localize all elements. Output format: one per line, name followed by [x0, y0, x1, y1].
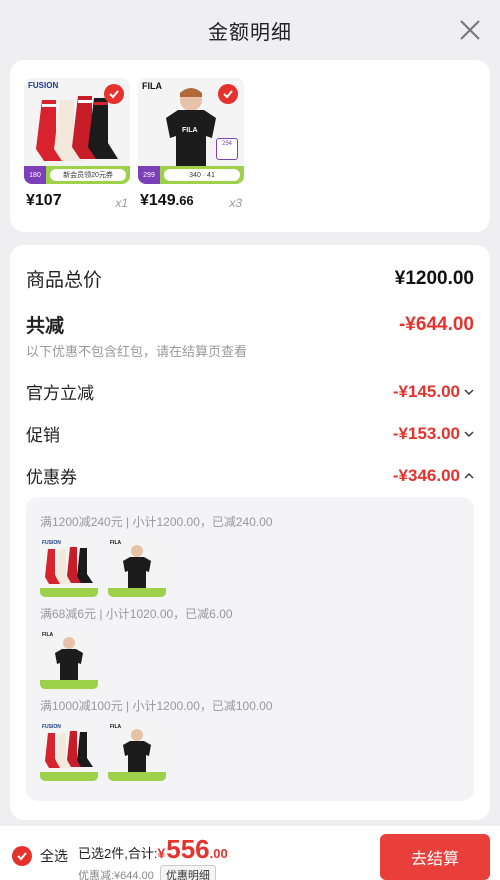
promotion-row[interactable]: 促销 -¥153.00	[26, 421, 474, 446]
total-value: ¥1200.00	[394, 267, 474, 289]
coupon-product-thumb: FUSION	[40, 723, 98, 781]
total-row: 商品总价 ¥1200.00	[26, 265, 474, 292]
total-label: 商品总价	[26, 270, 103, 291]
price-detail-card: 商品总价 ¥1200.00 共减 -¥644.00 以下优惠不包含红包，请在结算…	[10, 245, 490, 820]
sheet-title: 金额明细	[208, 21, 292, 44]
discount-summary: 优惠减:¥644.00	[78, 870, 154, 880]
promo-text: 新会员领20元券	[50, 169, 126, 181]
product-item[interactable]: FUSION 180 新会员领20元券 ¥107 x1	[24, 78, 130, 210]
currency-symbol: ¥	[157, 845, 166, 861]
product-image: FILA FILA 254 299 340 · 41	[138, 78, 244, 184]
promo-banner: 299 340 · 41	[138, 166, 244, 184]
coupon-product-thumb: FUSION	[40, 539, 98, 597]
price-tag-badge: 254	[216, 138, 238, 160]
discount-value: -¥644.00	[398, 313, 474, 335]
svg-text:FILA: FILA	[182, 127, 198, 134]
select-all-label: 全选	[40, 848, 68, 864]
selected-count-text: 已选2件,合计:	[78, 846, 158, 861]
brand-label: FUSION	[28, 81, 59, 90]
coupon-row[interactable]: 优惠券 -¥346.00	[26, 463, 474, 488]
select-all-toggle[interactable]: 全选	[12, 846, 68, 866]
select-all-check-icon[interactable]	[12, 846, 32, 866]
chevron-down-icon	[464, 431, 474, 438]
promo-banner: 180 新会员领20元券	[24, 166, 130, 184]
order-summary: 已选2件,合计: ¥ 556 .00 优惠减:¥644.00 优惠明细	[78, 834, 228, 880]
chevron-up-icon	[464, 473, 474, 479]
product-quantity: x1	[115, 196, 128, 210]
coupon-group-title: 满1000减100元 | 小计1200.00，已减100.00	[40, 699, 273, 713]
checkout-button[interactable]: 去结算	[380, 834, 490, 880]
brand-label: FILA	[142, 81, 162, 91]
checkout-bar: 全选 已选2件,合计: ¥ 556 .00 优惠减:¥644.00 优惠明细 去…	[0, 826, 500, 880]
chevron-down-icon	[464, 389, 474, 396]
official-discount-row[interactable]: 官方立减 -¥145.00	[26, 379, 474, 404]
coupon-product-thumb: FILA	[108, 723, 166, 781]
order-total-cents: .00	[209, 846, 228, 861]
discount-row: 共减 -¥644.00	[26, 311, 474, 338]
coupon-breakdown: 满1200减240元 | 小计1200.00，已减240.00 FUSION F…	[26, 497, 474, 801]
official-discount-label: 官方立减	[26, 384, 94, 403]
coupon-group-title: 满68减6元 | 小计1020.00，已减6.00	[40, 607, 233, 621]
sheet-header: 金额明细	[0, 0, 500, 60]
promo-price: 299	[138, 166, 160, 184]
discount-detail-button[interactable]: 优惠明细	[159, 865, 216, 880]
order-total: 556	[166, 834, 210, 864]
product-quantity: x3	[229, 196, 242, 210]
product-item[interactable]: FILA FILA 254 299 340 · 41 ¥149.66 x3	[138, 78, 244, 210]
selected-check-icon[interactable]	[104, 84, 124, 104]
coupon-value: -¥346.00	[393, 466, 474, 486]
promotion-value: -¥153.00	[393, 424, 474, 444]
discount-note: 以下优惠不包含红包，请在结算页查看	[26, 344, 248, 359]
selected-check-icon[interactable]	[218, 84, 238, 104]
coupon-product-thumb: FILA	[108, 539, 166, 597]
promo-text: 340 · 41	[164, 169, 240, 181]
promotion-label: 促销	[26, 426, 60, 445]
close-icon[interactable]	[458, 18, 482, 42]
product-price: ¥149.66	[140, 192, 194, 209]
promo-price: 180	[24, 166, 46, 184]
discount-label: 共减	[26, 316, 65, 337]
product-image: FUSION 180 新会员领20元券	[24, 78, 130, 184]
coupon-product-thumb: FILA	[40, 631, 98, 689]
product-price: ¥107	[26, 192, 62, 209]
coupon-group-title: 满1200减240元 | 小计1200.00，已减240.00	[40, 515, 273, 529]
official-discount-value: -¥145.00	[393, 382, 474, 402]
product-list-card: FUSION 180 新会员领20元券 ¥107 x1 FILA FILA 25…	[10, 60, 490, 232]
coupon-label: 优惠券	[26, 468, 77, 487]
